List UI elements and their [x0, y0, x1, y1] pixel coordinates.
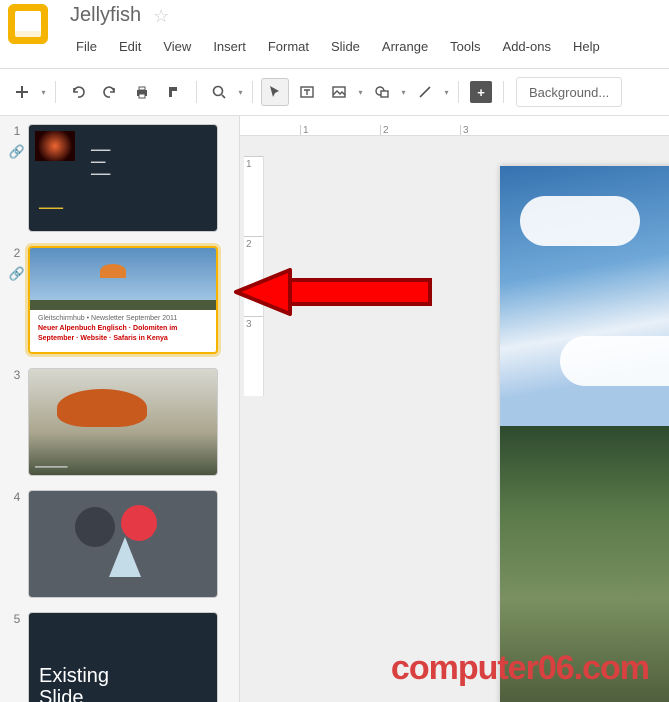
menu-tools[interactable]: Tools — [440, 35, 490, 58]
shape-tool[interactable] — [368, 78, 396, 106]
menu-addons[interactable]: Add-ons — [493, 35, 561, 58]
slide-thumbnail-2[interactable]: Gleitschirmhub • Newsletter September 20… — [28, 246, 218, 354]
horizontal-ruler: 1 2 3 — [240, 116, 669, 136]
menu-insert[interactable]: Insert — [203, 35, 256, 58]
add-comment-button[interactable]: + — [467, 78, 495, 106]
menu-bar: File Edit View Insert Format Slide Arran… — [64, 33, 669, 68]
redo-button[interactable] — [96, 78, 124, 106]
slide-thumbnail-4[interactable] — [28, 490, 218, 598]
paint-format-button[interactable] — [160, 78, 188, 106]
menu-help[interactable]: Help — [563, 35, 610, 58]
line-dropdown[interactable]: ▾ — [443, 88, 450, 97]
select-tool[interactable] — [261, 78, 289, 106]
slide-thumbnail-1[interactable]: ━━━━━━━━━━━━━━━━ — [28, 124, 218, 232]
slide-number: 1 — [14, 124, 21, 138]
link-icon: 🔗 — [9, 266, 25, 282]
document-title[interactable]: Jellyfish — [64, 0, 141, 33]
menu-format[interactable]: Format — [258, 35, 319, 58]
canvas-area[interactable]: 1 2 3 1 2 3 — [240, 116, 669, 702]
shape-dropdown[interactable]: ▾ — [400, 88, 407, 97]
textbox-tool[interactable] — [293, 78, 321, 106]
slide-number: 5 — [14, 612, 21, 626]
slides-logo[interactable] — [8, 4, 48, 44]
slide-thumbnail-5[interactable]: ExistingSlide — [28, 612, 218, 702]
slide-canvas[interactable] — [500, 166, 669, 702]
toolbar: ▾ ▾ ▾ ▾ ▾ + Background... — [0, 69, 669, 116]
annotation-arrow — [230, 242, 440, 342]
print-button[interactable] — [128, 78, 156, 106]
line-tool[interactable] — [411, 78, 439, 106]
menu-arrange[interactable]: Arrange — [372, 35, 438, 58]
zoom-dropdown[interactable]: ▾ — [237, 88, 244, 97]
menu-view[interactable]: View — [153, 35, 201, 58]
undo-button[interactable] — [64, 78, 92, 106]
watermark: computer06.com — [391, 649, 649, 688]
new-slide-button[interactable] — [8, 78, 36, 106]
zoom-button[interactable] — [205, 78, 233, 106]
menu-file[interactable]: File — [66, 35, 107, 58]
image-tool[interactable] — [325, 78, 353, 106]
slide-number: 3 — [14, 368, 21, 382]
slide-thumbnail-3[interactable]: ━━━━━━━━━ — [28, 368, 218, 476]
new-slide-dropdown[interactable]: ▾ — [40, 88, 47, 97]
link-icon: 🔗 — [9, 144, 25, 160]
star-icon[interactable]: ☆ — [153, 6, 169, 27]
slide-number: 2 — [14, 246, 21, 260]
menu-slide[interactable]: Slide — [321, 35, 370, 58]
background-button[interactable]: Background... — [516, 77, 622, 107]
slide-panel: 1 🔗 ━━━━━━━━━━━━━━━━ 2 🔗 Gleitschirmhub • … — [0, 116, 240, 702]
menu-edit[interactable]: Edit — [109, 35, 151, 58]
image-dropdown[interactable]: ▾ — [357, 88, 364, 97]
slide-number: 4 — [14, 490, 21, 504]
